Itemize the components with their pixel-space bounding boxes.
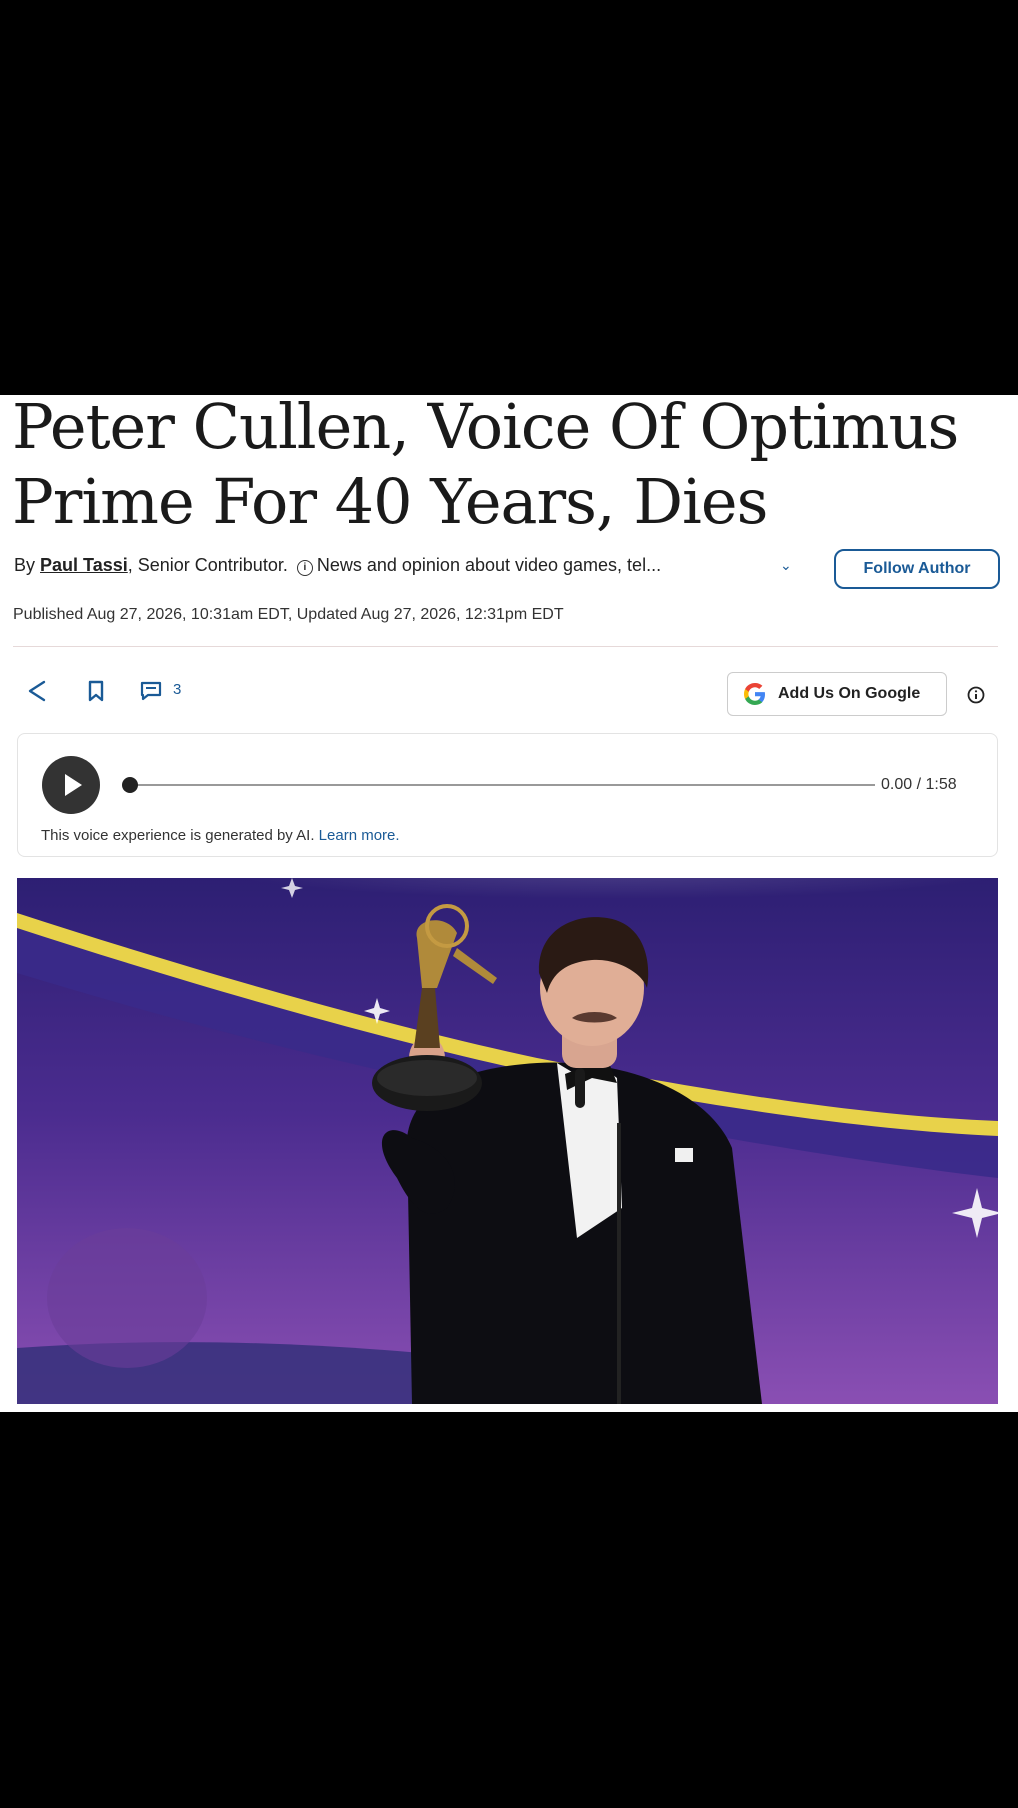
audio-player: 0.00 / 1:58 This voice experience is gen… [17, 733, 998, 857]
author-role: , Senior Contributor. [127, 555, 288, 575]
divider [13, 646, 998, 647]
comment-icon[interactable] [140, 679, 162, 708]
google-logo-icon [742, 681, 768, 707]
audio-progress-bar[interactable] [123, 784, 875, 786]
follow-author-button[interactable]: Follow Author [834, 549, 1000, 589]
article-hero-image [17, 878, 998, 1404]
add-us-on-google-label: Add Us On Google [778, 685, 921, 702]
ai-disclaimer-text: This voice experience is generated by AI… [41, 827, 315, 844]
audio-progress-knob[interactable] [122, 777, 138, 793]
author-link[interactable]: Paul Tassi [40, 555, 128, 575]
chevron-down-icon[interactable]: ⌄ [780, 557, 792, 574]
info-icon[interactable]: i [296, 560, 313, 576]
learn-more-link[interactable]: Learn more. [319, 827, 400, 844]
ai-disclaimer: This voice experience is generated by AI… [41, 827, 400, 844]
audio-time: 0.00 / 1:58 [881, 776, 957, 793]
publish-date: Published Aug 27, 2026, 10:31am EDT, Upd… [13, 606, 564, 623]
article-page: Peter Cullen, Voice Of Optimus Prime For… [0, 395, 1018, 1412]
byline: By Paul Tassi, Senior Contributor. i News… [14, 555, 784, 576]
add-us-on-google-button[interactable]: Add Us On Google [727, 672, 947, 716]
author-description: News and opinion about video games, tel.… [316, 555, 662, 575]
byline-by: By [14, 555, 36, 575]
comment-count[interactable]: 3 [173, 681, 181, 698]
share-icon[interactable] [26, 679, 48, 708]
play-button[interactable] [42, 756, 100, 814]
info-circle-icon[interactable] [966, 685, 986, 710]
bookmark-icon[interactable] [86, 679, 106, 708]
article-headline: Peter Cullen, Voice Of Optimus Prime For… [12, 395, 959, 538]
